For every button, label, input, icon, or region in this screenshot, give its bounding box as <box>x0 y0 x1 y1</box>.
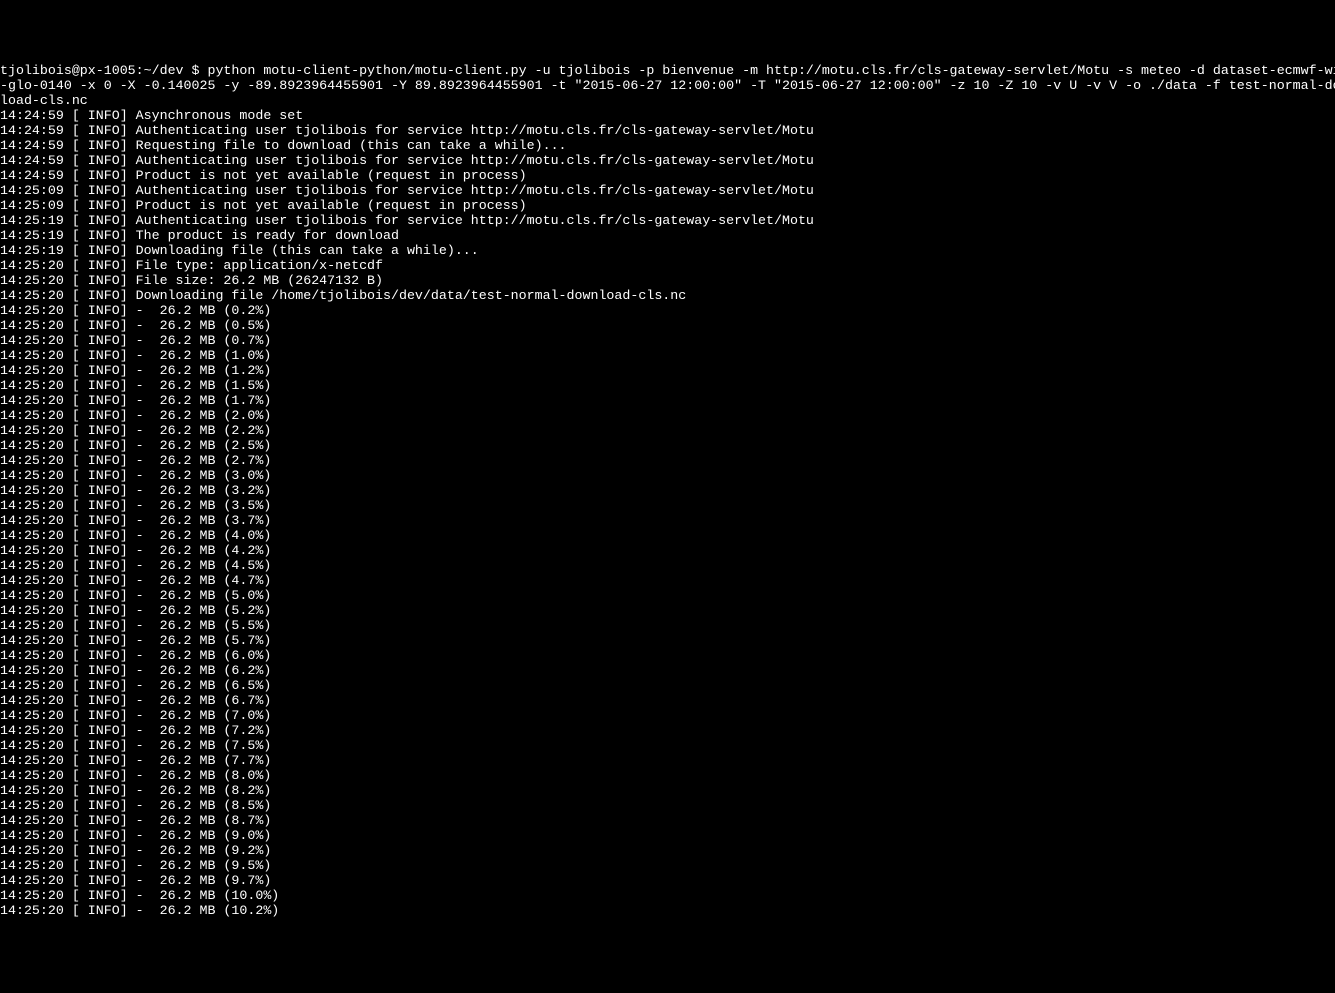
progress-line: 14:25:20 [ INFO] - 26.2 MB (7.0%) <box>0 708 1335 723</box>
progress-line: 14:25:20 [ INFO] - 26.2 MB (2.2%) <box>0 423 1335 438</box>
progress-line: 14:25:20 [ INFO] - 26.2 MB (0.7%) <box>0 333 1335 348</box>
progress-line: 14:25:20 [ INFO] - 26.2 MB (5.7%) <box>0 633 1335 648</box>
shell-prompt-line-cont: -glo-0140 -x 0 -X -0.140025 -y -89.89239… <box>0 78 1335 93</box>
progress-line: 14:25:20 [ INFO] - 26.2 MB (6.5%) <box>0 678 1335 693</box>
progress-line: 14:25:20 [ INFO] - 26.2 MB (4.7%) <box>0 573 1335 588</box>
log-line: 14:25:19 [ INFO] The product is ready fo… <box>0 228 1335 243</box>
progress-line: 14:25:20 [ INFO] - 26.2 MB (9.0%) <box>0 828 1335 843</box>
log-line: 14:25:19 [ INFO] Authenticating user tjo… <box>0 213 1335 228</box>
progress-line: 14:25:20 [ INFO] - 26.2 MB (6.7%) <box>0 693 1335 708</box>
progress-line: 14:25:20 [ INFO] - 26.2 MB (3.2%) <box>0 483 1335 498</box>
shell-prompt-line-cont: load-cls.nc <box>0 93 1335 108</box>
progress-line: 14:25:20 [ INFO] - 26.2 MB (2.7%) <box>0 453 1335 468</box>
progress-line: 14:25:20 [ INFO] - 26.2 MB (9.7%) <box>0 873 1335 888</box>
log-line: 14:24:59 [ INFO] Asynchronous mode set <box>0 108 1335 123</box>
progress-line: 14:25:20 [ INFO] - 26.2 MB (4.2%) <box>0 543 1335 558</box>
progress-line: 14:25:20 [ INFO] - 26.2 MB (4.5%) <box>0 558 1335 573</box>
progress-line: 14:25:20 [ INFO] - 26.2 MB (5.0%) <box>0 588 1335 603</box>
progress-line: 14:25:20 [ INFO] - 26.2 MB (1.2%) <box>0 363 1335 378</box>
progress-line: 14:25:20 [ INFO] - 26.2 MB (8.0%) <box>0 768 1335 783</box>
log-line: 14:24:59 [ INFO] Authenticating user tjo… <box>0 123 1335 138</box>
progress-line: 14:25:20 [ INFO] - 26.2 MB (1.7%) <box>0 393 1335 408</box>
progress-line: 14:25:20 [ INFO] - 26.2 MB (2.5%) <box>0 438 1335 453</box>
shell-prompt-line: tjolibois@px-1005:~/dev $ python motu-cl… <box>0 63 1335 78</box>
log-line: 14:24:59 [ INFO] Requesting file to down… <box>0 138 1335 153</box>
progress-line: 14:25:20 [ INFO] - 26.2 MB (3.5%) <box>0 498 1335 513</box>
progress-line: 14:25:20 [ INFO] - 26.2 MB (7.7%) <box>0 753 1335 768</box>
log-line: 14:24:59 [ INFO] Product is not yet avai… <box>0 168 1335 183</box>
log-line: 14:25:09 [ INFO] Authenticating user tjo… <box>0 183 1335 198</box>
progress-line: 14:25:20 [ INFO] - 26.2 MB (10.2%) <box>0 903 1335 918</box>
log-line: 14:24:59 [ INFO] Authenticating user tjo… <box>0 153 1335 168</box>
progress-line: 14:25:20 [ INFO] - 26.2 MB (6.2%) <box>0 663 1335 678</box>
progress-line: 14:25:20 [ INFO] - 26.2 MB (2.0%) <box>0 408 1335 423</box>
progress-line: 14:25:20 [ INFO] - 26.2 MB (1.5%) <box>0 378 1335 393</box>
progress-line: 14:25:20 [ INFO] - 26.2 MB (8.2%) <box>0 783 1335 798</box>
progress-line: 14:25:20 [ INFO] - 26.2 MB (4.0%) <box>0 528 1335 543</box>
progress-line: 14:25:20 [ INFO] - 26.2 MB (3.0%) <box>0 468 1335 483</box>
progress-line: 14:25:20 [ INFO] - 26.2 MB (3.7%) <box>0 513 1335 528</box>
progress-line: 14:25:20 [ INFO] - 26.2 MB (8.5%) <box>0 798 1335 813</box>
log-line: 14:25:20 [ INFO] File type: application/… <box>0 258 1335 273</box>
progress-line: 14:25:20 [ INFO] - 26.2 MB (7.5%) <box>0 738 1335 753</box>
progress-line: 14:25:20 [ INFO] - 26.2 MB (0.5%) <box>0 318 1335 333</box>
progress-line: 14:25:20 [ INFO] - 26.2 MB (5.5%) <box>0 618 1335 633</box>
log-line: 14:25:09 [ INFO] Product is not yet avai… <box>0 198 1335 213</box>
progress-line: 14:25:20 [ INFO] - 26.2 MB (6.0%) <box>0 648 1335 663</box>
log-line: 14:25:20 [ INFO] File size: 26.2 MB (262… <box>0 273 1335 288</box>
progress-line: 14:25:20 [ INFO] - 26.2 MB (9.2%) <box>0 843 1335 858</box>
progress-line: 14:25:20 [ INFO] - 26.2 MB (8.7%) <box>0 813 1335 828</box>
log-line: 14:25:19 [ INFO] Downloading file (this … <box>0 243 1335 258</box>
log-line: 14:25:20 [ INFO] Downloading file /home/… <box>0 288 1335 303</box>
progress-line: 14:25:20 [ INFO] - 26.2 MB (1.0%) <box>0 348 1335 363</box>
progress-line: 14:25:20 [ INFO] - 26.2 MB (5.2%) <box>0 603 1335 618</box>
terminal-output[interactable]: tjolibois@px-1005:~/dev $ python motu-cl… <box>0 63 1335 918</box>
progress-line: 14:25:20 [ INFO] - 26.2 MB (7.2%) <box>0 723 1335 738</box>
progress-line: 14:25:20 [ INFO] - 26.2 MB (0.2%) <box>0 303 1335 318</box>
progress-line: 14:25:20 [ INFO] - 26.2 MB (10.0%) <box>0 888 1335 903</box>
